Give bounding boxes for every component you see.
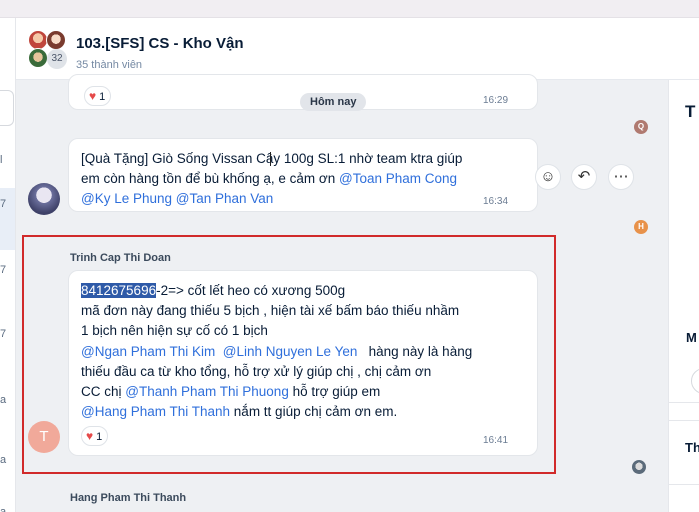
- message-bubble[interactable]: 8412675696-2=> cốt lết heo có xương 500g…: [68, 270, 538, 456]
- mention-link[interactable]: @Ky Le Phung: [81, 191, 172, 206]
- message-text-line: [Quà Tặng] Giò Sống Vissan Cây 100g SL:1…: [81, 151, 463, 166]
- message-text-line: 8412675696-2=> cốt lết heo có xương 500g: [81, 283, 345, 298]
- seen-avatar: [632, 460, 646, 474]
- message-text-line: thiếu đầu ca từ kho tổng, hỗ trợ xử lý g…: [81, 364, 432, 379]
- conversation-fragment: a: [0, 506, 7, 512]
- sender-avatar[interactable]: T: [28, 421, 60, 453]
- conversation-fragment: a: [0, 394, 7, 406]
- reaction-count: 1: [99, 91, 106, 103]
- text-cursor-icon: [270, 152, 271, 166]
- mention-link[interactable]: @Toan Pham Cong: [339, 171, 457, 186]
- message-bubble[interactable]: [Quà Tặng] Giò Sống Vissan Cây 100g SL:1…: [68, 138, 538, 212]
- more-icon[interactable]: ⋯: [608, 164, 634, 190]
- reaction-badge[interactable]: ♥ 1: [84, 86, 112, 106]
- message-text-line: em còn hàng tồn để bù khống ạ, e cảm ơn …: [81, 171, 457, 186]
- message-text: hỗ trợ giúp em: [288, 384, 381, 399]
- mention-link[interactable]: @Linh Nguyen Le Yen: [223, 344, 358, 359]
- message-text: hàng này là hàng: [368, 344, 473, 359]
- info-section-title: Th: [685, 440, 699, 455]
- message-text-line: @Ngan Pham Thi Kim @Linh Nguyen Le Yen h…: [81, 344, 472, 359]
- mention-link[interactable]: @Thanh Pham Thi Phuong: [125, 384, 289, 399]
- seen-avatar: H: [634, 220, 648, 234]
- member-avatar: [28, 48, 48, 68]
- selected-order-code[interactable]: 8412675696: [81, 283, 157, 298]
- info-section-title: M: [686, 330, 697, 345]
- message-area[interactable]: ♥ 1 Hôm nay 16:29 Q [Quà Tặng] Giò Sống V…: [16, 74, 668, 512]
- message-text-line: @Hang Pham Thi Thanh nắm tt giúp chị cảm…: [81, 404, 397, 419]
- divider: [669, 420, 699, 421]
- window-top-strip: [0, 0, 699, 18]
- heart-icon: ♥: [86, 429, 94, 443]
- conversation-fragment: 7: [0, 264, 7, 276]
- message-text-line: 1 bịch nên hiện sự cố có 1 bịch: [81, 323, 268, 338]
- divider: [669, 484, 699, 485]
- conversation-fragment: 7: [0, 198, 7, 210]
- message-time: 16:41: [483, 435, 509, 446]
- message-text: nắm tt giúp chị cảm ơn em.: [230, 404, 398, 419]
- info-action-button[interactable]: [691, 368, 699, 394]
- conversation-list-panel: l 7 7 7 a a a: [0, 18, 16, 512]
- message-text: CC chị: [81, 384, 126, 399]
- reply-icon[interactable]: ↶: [571, 164, 597, 190]
- divider: [669, 402, 699, 403]
- message-text-line: CC chị @Thanh Pham Thi Phuong hỗ trợ giú…: [81, 384, 380, 399]
- message-text: em còn hàng tồn để bù khống ạ, e cảm ơn: [81, 171, 340, 186]
- sender-name[interactable]: Trinh Cap Thi Doan: [70, 252, 171, 264]
- member-avatar: [28, 30, 48, 50]
- conversation-fragment: 7: [0, 328, 7, 340]
- member-count[interactable]: 35 thành viên: [76, 59, 142, 71]
- conversation-info-panel: T M Th: [668, 80, 699, 512]
- date-divider: Hôm nay: [300, 93, 367, 111]
- message-text-line: mã đơn này đang thiếu 5 bịch , hiện tài …: [81, 303, 460, 318]
- info-panel-title: T: [685, 102, 696, 121]
- member-overflow-count: 32: [47, 49, 67, 69]
- sender-name[interactable]: Hang Pham Thi Thanh: [70, 492, 186, 504]
- message-text: -2=> cốt lết heo có xương 500g: [156, 283, 346, 298]
- mention-link[interactable]: @Hang Pham Thi Thanh: [81, 404, 230, 419]
- message-time: 16:34: [483, 196, 509, 207]
- mention-link[interactable]: @Tan Phan Van: [176, 191, 274, 206]
- seen-avatar: Q: [634, 120, 648, 134]
- reaction-count: 1: [96, 431, 103, 443]
- conversation-fragment: a: [0, 454, 7, 466]
- conversation-fragment: l: [0, 154, 3, 166]
- member-avatar: [46, 30, 66, 50]
- sender-avatar[interactable]: [28, 183, 60, 215]
- heart-icon: ♥: [89, 89, 97, 103]
- reaction-badge[interactable]: ♥ 1: [81, 426, 109, 446]
- smile-icon[interactable]: ☺: [535, 164, 561, 190]
- message-text-line: @Ky Le Phung @Tan Phan Van: [81, 191, 273, 206]
- mention-link[interactable]: @Ngan Pham Thi Kim: [81, 344, 215, 359]
- group-title[interactable]: 103.[SFS] CS - Kho Vận: [76, 35, 244, 52]
- message-time: 16:29: [483, 95, 509, 106]
- group-avatar[interactable]: 32: [26, 30, 70, 74]
- chat-header: 32 103.[SFS] CS - Kho Vận 35 thành viên: [16, 18, 699, 80]
- search-box-edge[interactable]: [0, 90, 14, 126]
